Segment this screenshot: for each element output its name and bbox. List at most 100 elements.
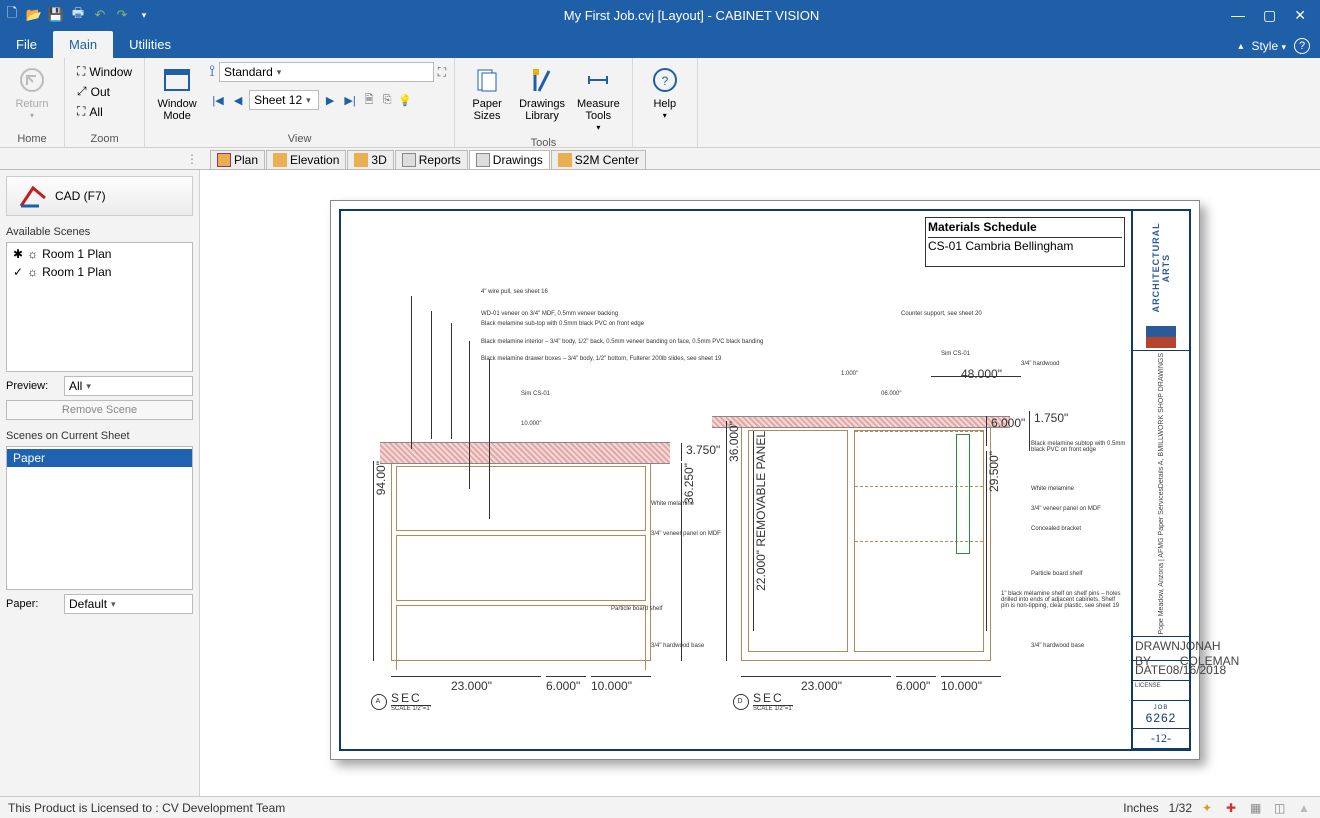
cad-button[interactable]: CAD (F7): [6, 176, 193, 216]
zoom-out-icon: ⤢: [77, 84, 87, 99]
work-area: CAD (F7) Available Scenes ✱☼Room 1 Plan …: [0, 170, 1320, 796]
help-ribbon-icon: ?: [649, 64, 681, 96]
paper-sizes-button[interactable]: Paper Sizes: [463, 62, 511, 124]
window-buttons: — ▢ ✕: [1231, 7, 1316, 24]
help-label: Help: [653, 98, 676, 110]
zoom-window-button[interactable]: ⛶Window: [73, 62, 136, 81]
qat-print-icon[interactable]: 🖶: [70, 7, 86, 23]
three-d-icon: [354, 153, 368, 167]
ribbon-group-help: ? Help ▾: [633, 58, 698, 147]
paper-sizes-icon: [471, 64, 503, 96]
nav-next-button[interactable]: ▶: [321, 91, 339, 109]
window-mode-icon: [161, 64, 193, 96]
status-panel-icon[interactable]: ◫: [1274, 801, 1288, 815]
fit-icon[interactable]: ⛶: [438, 65, 446, 80]
drawn-by-cell: DRAWN BYJONAH COLEMAN: [1133, 637, 1189, 661]
tab-plan[interactable]: Plan: [210, 150, 265, 169]
ribbon-view-label: View: [153, 131, 446, 145]
dimstyle-icon[interactable]: ⟟: [209, 63, 215, 81]
return-icon: [16, 64, 48, 96]
check-icon: ✓: [13, 265, 23, 279]
return-button[interactable]: Return ▾: [8, 62, 56, 123]
zoom-out-button[interactable]: ⤢Out: [73, 82, 136, 101]
section-tag-a: A SECSCALE 1/2"=1': [371, 691, 431, 712]
section-tag-d: D SECSCALE 1/2"=1': [733, 691, 793, 712]
qat-open-icon[interactable]: 📂: [26, 7, 42, 23]
preview-dropdown[interactable]: All▾: [64, 376, 193, 396]
title-block: ARCHITECTURAL ARTS MILLWORK SHOP DRAWING…: [1131, 211, 1189, 749]
measure-tools-label: Measure Tools: [577, 98, 620, 122]
titlebar: 🗋 📂 💾 🖶 ↶ ↷ ▾ My First Job.cvj [Layout] …: [0, 0, 1320, 30]
qat-redo-icon[interactable]: ↷: [114, 7, 130, 23]
status-units[interactable]: Inches: [1123, 801, 1158, 815]
star-icon: ✱: [13, 247, 23, 261]
cad-label: CAD (F7): [55, 189, 106, 203]
tab-reports[interactable]: Reports: [395, 150, 468, 169]
window-mode-label: Window Mode: [158, 98, 197, 122]
current-scene-item[interactable]: Paper: [7, 449, 192, 467]
status-grid-icon[interactable]: ▦: [1250, 801, 1264, 815]
lightbulb-icon[interactable]: 💡: [397, 91, 413, 109]
ribbon-group-tools: Paper Sizes Drawings Library Measure Too…: [455, 58, 633, 147]
tab-main[interactable]: Main: [53, 31, 113, 58]
nav-prev-button[interactable]: ◀: [229, 91, 247, 109]
ribbon-group-home: Return ▾ Home: [0, 58, 65, 147]
remove-scene-button[interactable]: Remove Scene: [6, 400, 193, 420]
window-mode-button[interactable]: Window Mode: [153, 62, 201, 124]
svg-text:?: ?: [661, 74, 668, 88]
panel-grip-icon[interactable]: ⋮: [186, 152, 198, 166]
ribbon-group-zoom: ⛶Window ⤢Out ⛶All Zoom: [65, 58, 145, 147]
ribbon-tools-label: Tools: [463, 135, 624, 149]
style-menu[interactable]: Style ▾: [1251, 39, 1286, 53]
status-warn-icon[interactable]: ▲: [1298, 801, 1312, 815]
scene-item[interactable]: ✱☼Room 1 Plan: [7, 245, 192, 263]
date-cell: DATE08/16/2018: [1133, 661, 1189, 681]
style-dropdown[interactable]: Standard▾: [219, 62, 434, 82]
status-fraction[interactable]: 1/32: [1169, 801, 1192, 815]
reports-icon: [402, 153, 416, 167]
ribbon-zoom-label: Zoom: [73, 131, 136, 145]
tab-s2m[interactable]: S2M Center: [551, 150, 646, 169]
logo-mark-icon: [1146, 326, 1176, 348]
qat-dropdown-icon[interactable]: ▾: [136, 7, 152, 23]
tab-elevation[interactable]: Elevation: [266, 150, 346, 169]
sheet-border: ARCHITECTURAL ARTS MILLWORK SHOP DRAWING…: [339, 209, 1191, 751]
scenes-on-sheet-label: Scenes on Current Sheet: [6, 430, 193, 442]
preview-label: Preview:: [6, 380, 58, 392]
zoom-all-button[interactable]: ⛶All: [73, 102, 136, 121]
scenes-on-sheet-list[interactable]: Paper: [6, 446, 193, 590]
drawings-library-button[interactable]: Drawings Library: [515, 62, 569, 124]
help-icon[interactable]: ?: [1294, 38, 1310, 54]
measure-tools-button[interactable]: Measure Tools ▾: [573, 62, 624, 135]
qat-new-icon[interactable]: 🗋: [4, 7, 20, 23]
maximize-button[interactable]: ▢: [1263, 7, 1276, 24]
copy-sheet-icon[interactable]: ⎘: [379, 91, 395, 109]
drawing-canvas[interactable]: ARCHITECTURAL ARTS MILLWORK SHOP DRAWING…: [200, 170, 1320, 796]
new-sheet-icon[interactable]: 🗎: [361, 91, 377, 109]
nav-last-button[interactable]: ▶|: [341, 91, 359, 109]
minimize-button[interactable]: —: [1231, 7, 1245, 24]
status-snap-icon[interactable]: ✦: [1202, 801, 1216, 815]
help-button[interactable]: ? Help ▾: [641, 62, 689, 123]
tab-drawings[interactable]: Drawings: [469, 150, 550, 169]
sheet-dropdown[interactable]: Sheet 12▾: [249, 90, 319, 110]
qat-undo-icon[interactable]: ↶: [92, 7, 108, 23]
return-label: Return: [15, 98, 48, 110]
style-collapse-icon[interactable]: ▴: [1238, 41, 1243, 52]
qat-save-icon[interactable]: 💾: [48, 7, 64, 23]
close-button[interactable]: ✕: [1294, 7, 1306, 24]
menu-bar: File Main Utilities ▴ Style ▾ ?: [0, 30, 1320, 58]
scene-item[interactable]: ✓☼Room 1 Plan: [7, 263, 192, 281]
s2m-icon: [558, 153, 572, 167]
ribbon-help-label: [641, 143, 689, 145]
title-logo-cell: ARCHITECTURAL ARTS: [1133, 211, 1189, 351]
zoom-all-icon: ⛶: [77, 104, 85, 119]
tab-3d[interactable]: 3D: [347, 150, 393, 169]
tab-utilities[interactable]: Utilities: [113, 31, 187, 58]
tab-file[interactable]: File: [0, 31, 53, 58]
paper-dropdown[interactable]: Default▾: [64, 594, 193, 614]
status-cross-icon[interactable]: ✚: [1226, 801, 1240, 815]
nav-first-button[interactable]: |◀: [209, 91, 227, 109]
cabinet-section-a: [391, 461, 651, 661]
available-scenes-list[interactable]: ✱☼Room 1 Plan ✓☼Room 1 Plan: [6, 242, 193, 372]
